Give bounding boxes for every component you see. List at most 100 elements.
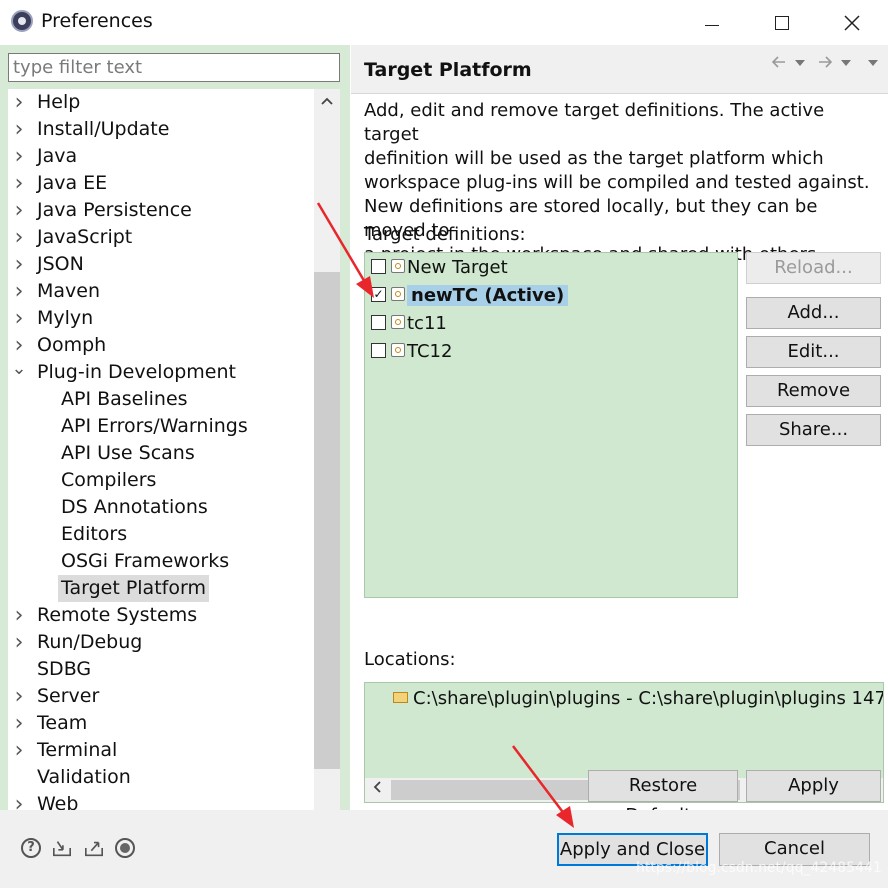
tree-item-label: Maven	[37, 280, 101, 302]
tree-item-label: Compilers	[61, 469, 157, 491]
folder-icon	[393, 691, 408, 703]
back-menu-chevron-icon[interactable]	[794, 59, 806, 67]
maximize-icon	[775, 15, 789, 30]
collapsed-chevron-icon[interactable]: ›	[8, 683, 30, 710]
tree-item-label: API Use Scans	[61, 442, 195, 464]
collapsed-chevron-icon[interactable]: ›	[8, 89, 30, 116]
collapsed-chevron-icon[interactable]: ›	[8, 710, 30, 737]
share-button[interactable]: Share...	[746, 414, 881, 446]
tree-item-label: Plug-in Development	[37, 361, 236, 383]
tree-item-label: Java	[37, 145, 78, 167]
collapsed-chevron-icon[interactable]: ›	[8, 602, 30, 629]
tree-item-label: Oomph	[37, 334, 107, 356]
tree-item-label: SDBG	[37, 658, 92, 680]
close-button[interactable]	[822, 0, 882, 45]
scroll-left-icon[interactable]	[365, 778, 389, 802]
description-line: Add, edit and remove target definitions.…	[364, 100, 825, 145]
tree-item-label: JavaScript	[37, 226, 133, 248]
edit-button[interactable]: Edit...	[746, 336, 881, 368]
filter-input[interactable]	[8, 53, 340, 82]
tree-item-label: OSGi Frameworks	[61, 550, 230, 572]
collapsed-chevron-icon[interactable]: ›	[8, 251, 30, 278]
collapsed-chevron-icon[interactable]: ›	[8, 332, 30, 359]
collapsed-chevron-icon[interactable]: ›	[8, 629, 30, 656]
import-icon[interactable]	[52, 838, 72, 858]
target-row-tc11[interactable]: tc11	[371, 311, 447, 337]
apply-button[interactable]: Apply	[746, 770, 881, 802]
description-line: definition will be used as the target pl…	[364, 148, 824, 169]
page-body: Add, edit and remove target definitions.…	[351, 94, 888, 826]
checkbox-checked[interactable]: ✓	[371, 286, 386, 302]
tree-item-label: Validation	[37, 766, 131, 788]
watermark-text: https://blog.csdn.net/qq_42485441	[636, 860, 882, 876]
minimize-button[interactable]	[682, 0, 742, 45]
expanded-chevron-icon[interactable]: ⌄	[8, 359, 30, 386]
close-icon	[844, 14, 860, 31]
page-header: Target Platform	[351, 45, 888, 94]
add-button[interactable]: Add...	[746, 297, 881, 329]
target-row-newtc-active[interactable]: ✓ newTC (Active)	[371, 283, 569, 309]
back-arrow-icon[interactable]	[771, 55, 787, 69]
collapsed-chevron-icon[interactable]: ›	[8, 143, 30, 170]
page-title: Target Platform	[364, 59, 532, 81]
tree-item-label: Target Platform	[58, 575, 209, 602]
target-label: New Target	[407, 257, 508, 278]
location-label: C:\share\plugin\plugins - C:\share\plugi…	[413, 688, 884, 709]
locations-label: Locations:	[364, 649, 456, 670]
description-line: workspace plug-ins will be compiled and …	[364, 172, 870, 193]
tree-item-label: Server	[37, 685, 100, 707]
tree-item-label: Java Persistence	[37, 199, 192, 221]
collapsed-chevron-icon[interactable]: ›	[8, 737, 30, 764]
target-label: newTC (Active)	[407, 285, 569, 306]
collapsed-chevron-icon[interactable]: ›	[8, 224, 30, 251]
tree-scroll-thumb[interactable]	[314, 272, 340, 769]
target-definitions-list[interactable]: New Target ✓ newTC (Active) tc11 TC12	[364, 252, 738, 598]
view-menu-icon[interactable]	[867, 59, 879, 67]
oomph-record-icon[interactable]	[115, 838, 135, 858]
location-row[interactable]: C:\share\plugin\plugins - C:\share\plugi…	[393, 686, 884, 712]
target-definition-icon	[391, 343, 405, 357]
tree-item-label: Mylyn	[37, 307, 94, 329]
target-label: TC12	[407, 341, 453, 362]
tree-item-label: JSON	[37, 253, 84, 275]
collapsed-chevron-icon[interactable]: ›	[8, 116, 30, 143]
help-icon[interactable]: ?	[21, 838, 41, 858]
collapsed-chevron-icon[interactable]: ›	[8, 170, 30, 197]
tree-item-label: DS Annotations	[61, 496, 208, 518]
target-row-new-target[interactable]: New Target	[371, 255, 508, 281]
target-definitions-label: Target definitions:	[364, 224, 526, 245]
tree-item-label: Terminal	[37, 739, 118, 761]
tree-item-label: Run/Debug	[37, 631, 143, 653]
collapsed-chevron-icon[interactable]: ›	[8, 197, 30, 224]
tree-item-label: Install/Update	[37, 118, 170, 140]
collapsed-chevron-icon[interactable]: ›	[8, 278, 30, 305]
preferences-tree: › Help › Install/Update › Java › Java EE › Java P…	[8, 89, 340, 851]
tree-item-label: API Errors/Warnings	[61, 415, 248, 437]
export-icon[interactable]	[84, 838, 104, 858]
tree-item-label: API Baselines	[61, 388, 188, 410]
restore-defaults-button[interactable]: Restore Defaults	[588, 770, 738, 826]
target-definition-icon	[391, 315, 405, 329]
target-row-tc12[interactable]: TC12	[371, 339, 452, 365]
target-label: tc11	[407, 313, 447, 334]
tree-vertical-scrollbar[interactable]	[314, 89, 340, 851]
tree-item-label: Java EE	[37, 172, 108, 194]
reload-button[interactable]: Reload...	[746, 252, 881, 284]
title-bar: Preferences	[0, 0, 888, 45]
eclipse-app-icon	[11, 10, 33, 32]
checkbox[interactable]	[371, 258, 386, 274]
preference-page: Target Platform Add, edit and remove tar…	[351, 45, 888, 826]
checkbox[interactable]	[371, 314, 386, 330]
maximize-button[interactable]	[752, 0, 812, 45]
minimize-icon	[705, 25, 719, 26]
target-definition-icon	[391, 259, 405, 273]
forward-arrow-icon[interactable]	[817, 55, 833, 69]
checkbox[interactable]	[371, 342, 386, 358]
preferences-nav-pane: › Help › Install/Update › Java › Java EE › Java P…	[0, 45, 350, 851]
window-title: Preferences	[41, 10, 153, 32]
collapsed-chevron-icon[interactable]: ›	[8, 305, 30, 332]
tree-item-label: Team	[37, 712, 88, 734]
remove-button[interactable]: Remove	[746, 375, 881, 407]
scroll-up-icon[interactable]	[314, 89, 340, 115]
forward-menu-chevron-icon[interactable]	[840, 59, 852, 67]
